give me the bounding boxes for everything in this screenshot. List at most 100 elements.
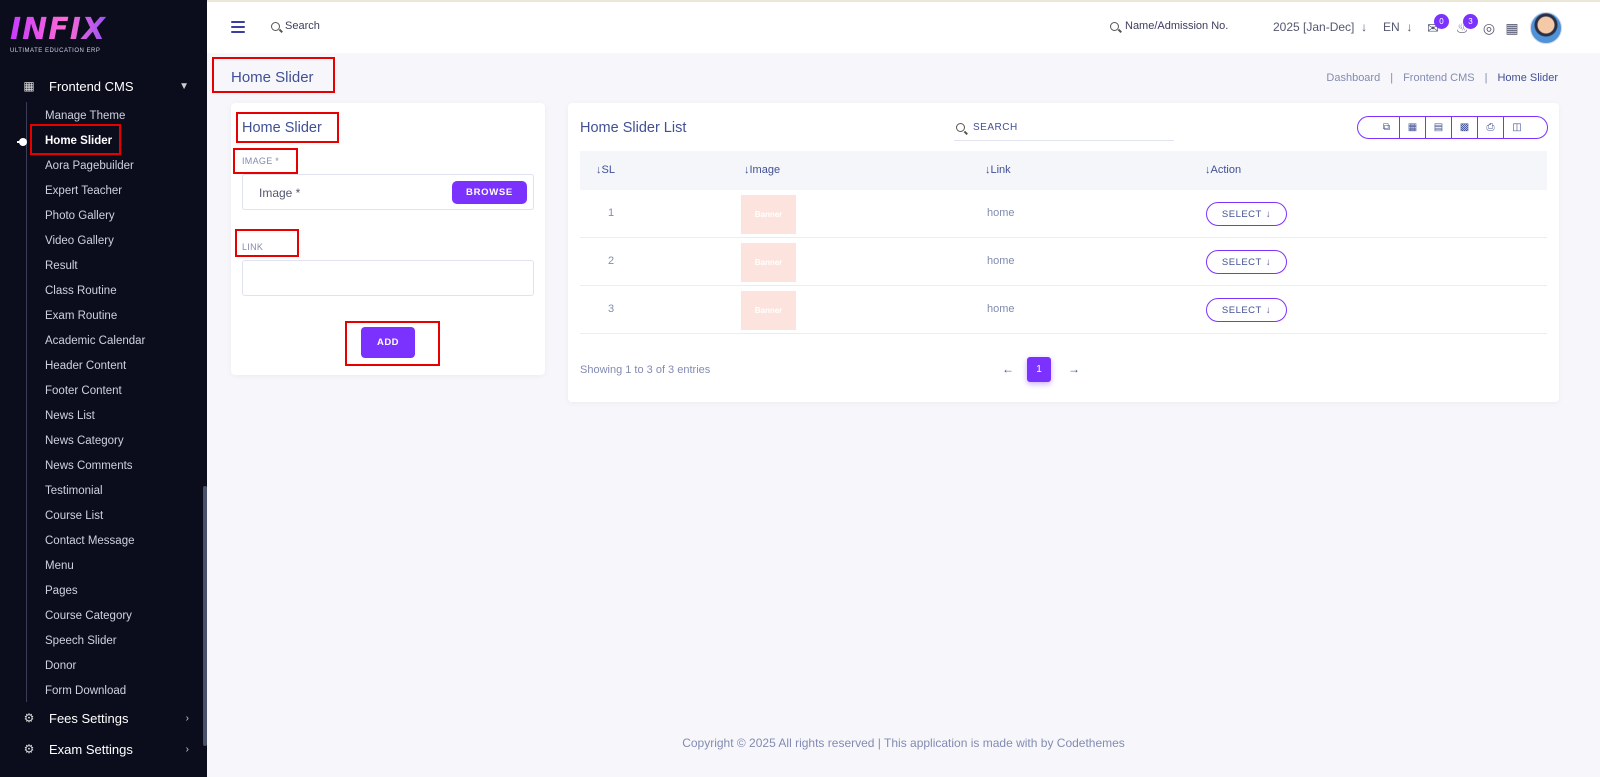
- sidebar-item-pages[interactable]: Pages: [45, 583, 78, 599]
- arrow-down-icon: ↓: [1265, 208, 1272, 220]
- excel-icon[interactable]: ▦: [1400, 117, 1426, 138]
- hamburger-menu-icon[interactable]: [231, 21, 245, 33]
- sidebar-item-news-category[interactable]: News Category: [45, 433, 124, 449]
- image-file-field[interactable]: Image * BROWSE: [242, 174, 534, 210]
- table-header: ↓SL ↓Image ↓Link ↓Action: [580, 151, 1547, 190]
- search-icon: [956, 123, 965, 132]
- select-action-button[interactable]: SELECT ↓: [1206, 250, 1287, 274]
- csv-icon[interactable]: ▤: [1426, 117, 1452, 138]
- sidebar-item-class-routine[interactable]: Class Routine: [45, 283, 117, 299]
- sidebar-section-label: Fees Settings: [49, 710, 129, 726]
- sidebar-item-course-category[interactable]: Course Category: [45, 608, 132, 624]
- browse-button[interactable]: BROWSE: [452, 181, 527, 204]
- columns-icon[interactable]: ◫: [1504, 117, 1530, 138]
- row-sl: 2: [608, 255, 615, 267]
- message-icon[interactable]: ✉ 0: [1425, 14, 1449, 36]
- export-toolbar: ⧉ ▦ ▤ ▩ ⎙ ◫: [1357, 116, 1548, 139]
- select-action-button[interactable]: SELECT ↓: [1206, 202, 1287, 226]
- logo-text: INFIX: [10, 14, 120, 46]
- arrow-down-icon: ↓: [1265, 304, 1272, 316]
- sidebar-item-course-list[interactable]: Course List: [45, 508, 103, 524]
- global-search-label: Search: [285, 20, 320, 32]
- link-input[interactable]: [242, 260, 534, 296]
- sidebar-item-header-content[interactable]: Header Content: [45, 358, 126, 374]
- language-dropdown[interactable]: EN ↓: [1383, 20, 1412, 34]
- row-link: home: [987, 303, 1015, 315]
- table-row: 1 Banner home SELECT ↓: [580, 190, 1547, 238]
- student-search[interactable]: Name/Admission No.: [1110, 20, 1228, 32]
- breadcrumb-frontend-cms[interactable]: Frontend CMS: [1403, 72, 1475, 84]
- chevron-right-icon: ›: [185, 743, 189, 755]
- pagination-page-current[interactable]: 1: [1027, 357, 1051, 382]
- sidebar-item-video-gallery[interactable]: Video Gallery: [45, 233, 114, 249]
- sidebar-item-news-list[interactable]: News List: [45, 408, 95, 424]
- top-bar: Search Name/Admission No. 2025 [Jan-Dec]…: [207, 0, 1600, 53]
- avatar[interactable]: [1530, 12, 1562, 44]
- chevron-right-icon: ›: [185, 712, 189, 724]
- academic-year-value: 2025 [Jan-Dec]: [1273, 20, 1355, 34]
- sidebar-item-manage-theme[interactable]: Manage Theme: [45, 108, 125, 124]
- pagination-prev-icon[interactable]: ←: [1002, 362, 1014, 376]
- select-action-button[interactable]: SELECT ↓: [1206, 298, 1287, 322]
- sidebar-item-photo-gallery[interactable]: Photo Gallery: [45, 208, 115, 224]
- highlight-box: [236, 112, 339, 143]
- sidebar-item-footer-content[interactable]: Footer Content: [45, 383, 122, 399]
- highlight-box: [233, 148, 298, 174]
- sidebar-item-result[interactable]: Result: [45, 258, 78, 274]
- sidebar-item-form-download[interactable]: Form Download: [45, 683, 126, 699]
- sidebar-scrollbar[interactable]: [203, 486, 207, 746]
- sidebar-item-contact-message[interactable]: Contact Message: [45, 533, 135, 549]
- active-indicator: [19, 138, 27, 146]
- sidebar-item-testimonial[interactable]: Testimonial: [45, 483, 103, 499]
- sidebar-item-news-comments[interactable]: News Comments: [45, 458, 133, 474]
- column-header-image[interactable]: ↓Image: [744, 164, 780, 176]
- sidebar-item-aora-pagebuilder[interactable]: Aora Pagebuilder: [45, 158, 134, 174]
- gears-icon: ⚙: [23, 742, 35, 756]
- sidebar-item-exam-routine[interactable]: Exam Routine: [45, 308, 117, 324]
- gears-icon: ⚙: [23, 711, 35, 725]
- slider-thumbnail: Banner: [741, 243, 796, 282]
- arrow-down-icon: ↓: [1265, 256, 1272, 268]
- row-link: home: [987, 207, 1015, 219]
- sidebar-item-speech-slider[interactable]: Speech Slider: [45, 633, 117, 649]
- list-search-input[interactable]: SEARCH: [954, 115, 1174, 141]
- globe-icon[interactable]: ◎: [1481, 20, 1497, 36]
- sidebar-section-fees-settings[interactable]: ⚙ Fees Settings ›: [0, 704, 207, 732]
- column-header-link[interactable]: ↓Link: [985, 164, 1011, 176]
- print-icon[interactable]: ⎙: [1478, 117, 1504, 138]
- building-icon: ▦: [23, 79, 35, 93]
- column-header-sl[interactable]: ↓SL: [596, 164, 615, 176]
- column-header-action[interactable]: ↓Action: [1205, 164, 1241, 176]
- arrow-down-icon: ↓: [1357, 20, 1368, 34]
- sidebar-item-academic-calendar[interactable]: Academic Calendar: [45, 333, 145, 349]
- slider-list-card: Home Slider List SEARCH ⧉ ▦ ▤ ▩ ⎙ ◫ ↓SL …: [568, 103, 1559, 402]
- sidebar-item-menu[interactable]: Menu: [45, 558, 74, 574]
- sidebar-section-label: Exam Settings: [49, 741, 133, 757]
- highlight-box: [30, 124, 121, 155]
- pdf-icon[interactable]: ▩: [1452, 117, 1478, 138]
- sidebar-item-expert-teacher[interactable]: Expert Teacher: [45, 183, 122, 199]
- chevron-down-icon: ▼: [179, 80, 189, 92]
- sidebar-section-exam-settings[interactable]: ⚙ Exam Settings ›: [0, 735, 207, 763]
- notifications-count-badge: 3: [1463, 14, 1478, 29]
- logo[interactable]: INFIX ULTIMATE EDUCATION ERP: [10, 14, 120, 58]
- breadcrumb: Dashboard | Frontend CMS | Home Slider: [1326, 72, 1558, 84]
- copy-icon[interactable]: ⧉: [1374, 117, 1400, 138]
- sidebar-section-frontend-cms[interactable]: ▦ Frontend CMS ▼: [0, 72, 207, 100]
- bell-icon[interactable]: ♨ 3: [1454, 14, 1478, 36]
- academic-year-dropdown[interactable]: 2025 [Jan-Dec] ↓: [1273, 20, 1367, 34]
- table-row: 3 Banner home SELECT ↓: [580, 286, 1547, 334]
- list-title: Home Slider List: [580, 120, 687, 136]
- messages-count-badge: 0: [1434, 14, 1449, 29]
- row-sl: 3: [608, 303, 615, 315]
- sidebar-item-donor[interactable]: Donor: [45, 658, 76, 674]
- slider-thumbnail: Banner: [741, 195, 796, 234]
- search-icon: [1110, 21, 1119, 31]
- breadcrumb-dashboard[interactable]: Dashboard: [1326, 72, 1380, 84]
- pagination-next-icon[interactable]: →: [1068, 362, 1080, 376]
- global-search[interactable]: Search: [271, 20, 320, 32]
- arrow-down-icon: ↓: [1403, 20, 1413, 34]
- chart-icon[interactable]: ▦: [1504, 20, 1520, 36]
- highlight-box: [212, 57, 335, 93]
- footer-copyright: Copyright © 2025 All rights reserved | T…: [682, 736, 1125, 750]
